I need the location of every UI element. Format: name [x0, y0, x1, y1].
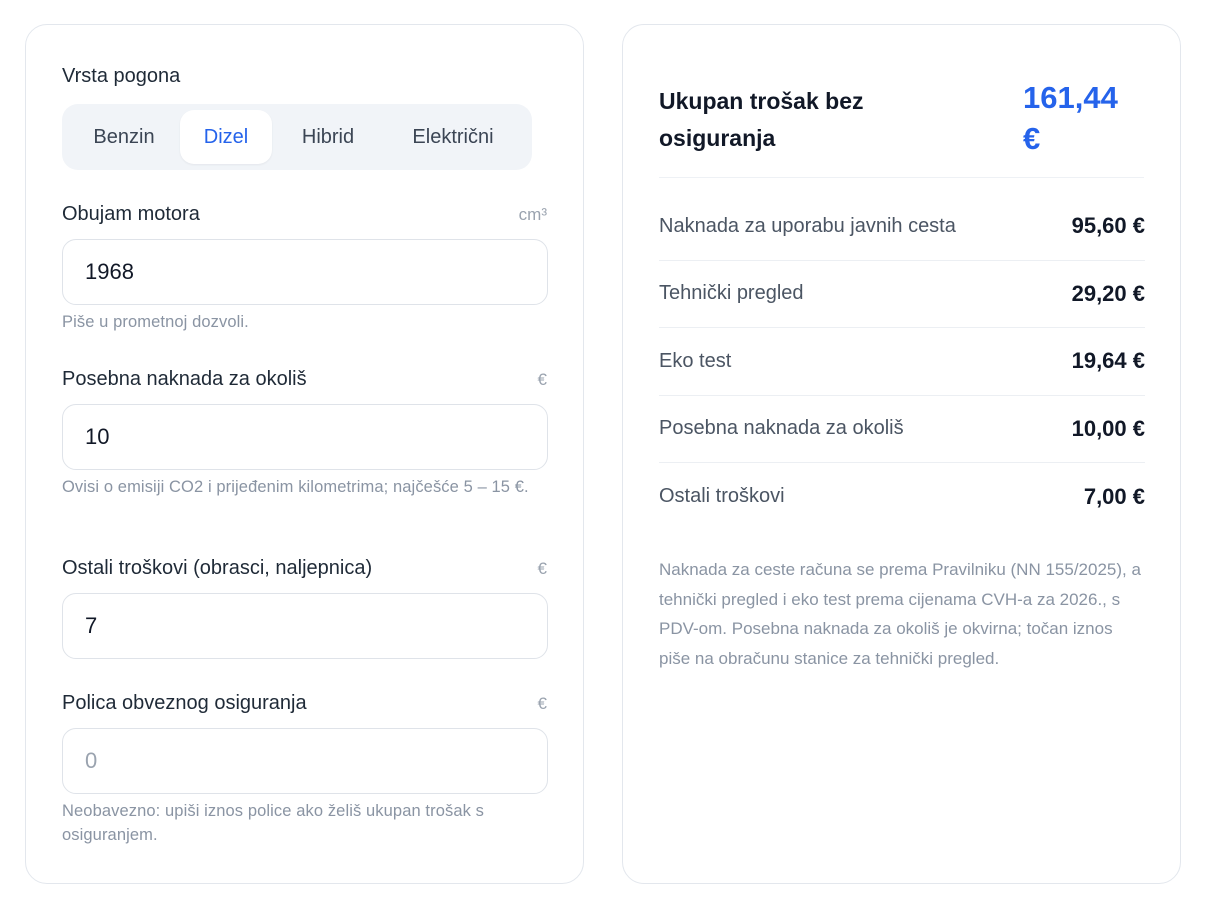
drive-option-hibrid[interactable]: Hibrid [272, 110, 384, 164]
cost-row-label: Ostali troškovi [659, 485, 785, 508]
pricing-note: Naknada za ceste računa se prema Praviln… [659, 560, 1141, 668]
insurance-hint: Neobavezno: upiši iznos police ako želiš… [62, 802, 484, 844]
cost-row-other-costs: Ostali troškovi 7,00 € [659, 463, 1145, 531]
cost-row-label: Naknada za uporabu javnih cesta [659, 214, 956, 237]
insurance-unit: € [537, 694, 547, 713]
engine-volume-hint: Piše u prometnoj dozvoli. [62, 313, 249, 331]
environment-fee-input[interactable] [62, 404, 548, 470]
cost-row-label: Posebna naknada za okoliš [659, 417, 904, 440]
drive-type-label: Vrsta pogona [62, 65, 181, 87]
cost-breakdown-list: Naknada za uporabu javnih cesta 95,60 € … [659, 193, 1145, 531]
calculator-form-card: Vrsta pogona Benzin Dizel Hibrid Elektri… [25, 24, 584, 884]
other-costs-label: Ostali troškovi (obrasci, naljepnica) [62, 557, 373, 579]
cost-row-label: Tehnički pregled [659, 282, 804, 305]
environment-fee-unit: € [537, 370, 547, 389]
drive-option-elektricni[interactable]: Električni [384, 110, 522, 164]
cost-row-value: 29,20 € [1071, 280, 1145, 306]
total-cost-label: Ukupan trošak bez osiguranja [659, 88, 864, 151]
cost-row-value: 7,00 € [1083, 483, 1145, 509]
insurance-label: Polica obveznog osiguranja [62, 692, 307, 714]
engine-volume-input[interactable] [62, 239, 548, 305]
insurance-input[interactable] [62, 728, 548, 794]
cost-row-value: 95,60 € [1071, 213, 1145, 239]
total-cost-value: 161,44 € [1023, 80, 1118, 156]
drive-option-dizel[interactable]: Dizel [180, 110, 272, 164]
engine-volume-unit: cm³ [518, 205, 547, 224]
cost-row-label: Eko test [659, 349, 732, 372]
cost-summary-card: Ukupan trošak bez osiguranja 161,44 € Na… [622, 24, 1181, 884]
other-costs-input[interactable] [62, 593, 548, 659]
cost-row-technical-inspection: Tehnički pregled 29,20 € [659, 261, 1145, 328]
summary-divider [659, 177, 1144, 178]
drive-option-benzin[interactable]: Benzin [68, 110, 180, 164]
other-costs-unit: € [537, 559, 547, 578]
environment-fee-hint: Ovisi o emisiji CO2 i prijeđenim kilomet… [62, 478, 529, 496]
drive-type-selector: Benzin Dizel Hibrid Električni [62, 104, 532, 170]
cost-row-value: 19,64 € [1071, 348, 1145, 374]
cost-row-eco-test: Eko test 19,64 € [659, 328, 1145, 396]
cost-row-road-fee: Naknada za uporabu javnih cesta 95,60 € [659, 193, 1145, 261]
cost-row-value: 10,00 € [1071, 415, 1145, 441]
cost-row-environment-fee: Posebna naknada za okoliš 10,00 € [659, 396, 1145, 463]
environment-fee-label: Posebna naknada za okoliš [62, 368, 307, 390]
engine-volume-label: Obujam motora [62, 203, 200, 225]
